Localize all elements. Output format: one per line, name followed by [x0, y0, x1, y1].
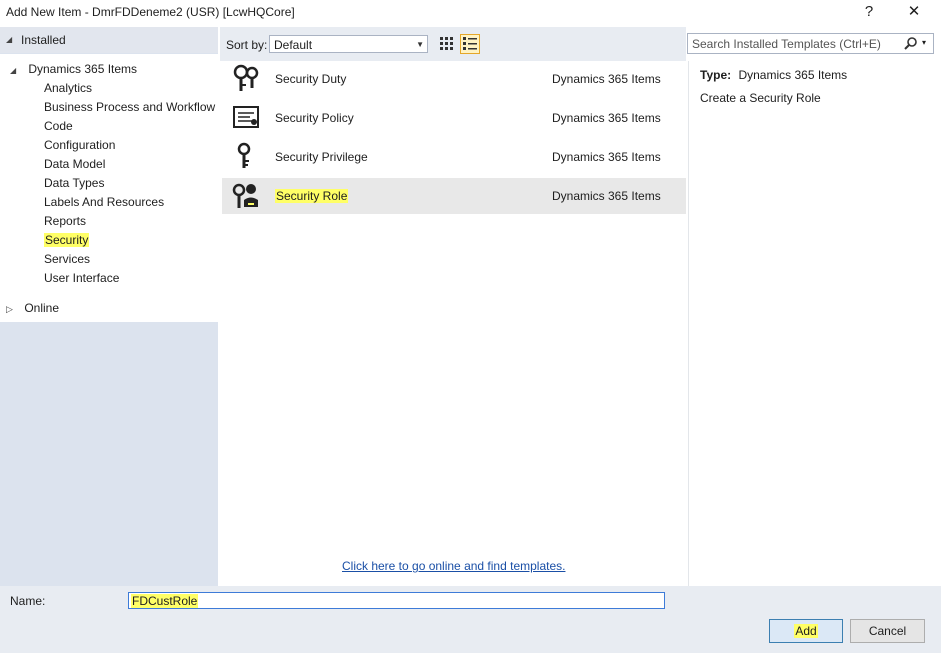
installed-header[interactable]: ◢ Installed [0, 27, 218, 53]
tree-node-data-types[interactable]: Data Types [44, 174, 215, 193]
tree-node-label: Dynamics 365 Items [28, 62, 138, 76]
template-name: Security Policy [275, 111, 354, 125]
category-tree-pane: ◢ Installed ◢ Dynamics 365 Items Analyti… [0, 27, 218, 586]
title-bar: Add New Item - DmrFDDeneme2 (USR) [LcwHQ… [0, 0, 941, 26]
grid-view-icon [440, 37, 453, 50]
tree-node-data-model[interactable]: Data Model [44, 155, 215, 174]
tree-children: Analytics Business Process and Workflow Co… [44, 79, 215, 288]
tree-node-reports[interactable]: Reports [44, 212, 215, 231]
search-icon[interactable] [904, 37, 918, 51]
tree-node-label: Data Types [44, 176, 105, 190]
tree-node-labels-and-resources[interactable]: Labels And Resources [44, 193, 215, 212]
template-description: Create a Security Role [700, 91, 821, 105]
tree-node-user-interface[interactable]: User Interface [44, 269, 215, 288]
tree-node-label: User Interface [44, 271, 120, 285]
search-options-chevron-icon[interactable]: ▾ [922, 38, 926, 47]
small-icons-view-button[interactable] [437, 34, 457, 54]
tree-node-label: Analytics [44, 81, 93, 95]
add-button-label: Add [794, 624, 818, 638]
add-button[interactable]: Add [769, 619, 843, 643]
tree-node-business-process-and-workflow[interactable]: Business Process and Workflow [44, 98, 215, 117]
tree-node-label: Labels And Resources [44, 195, 165, 209]
tree-node-configuration[interactable]: Configuration [44, 136, 215, 155]
template-name: Security Privilege [275, 150, 368, 164]
template-category: Dynamics 365 Items [552, 150, 661, 164]
type-value: Dynamics 365 Items [738, 68, 848, 82]
help-button[interactable]: ? [857, 2, 881, 22]
template-name: Security Duty [275, 72, 347, 86]
search-templates-input[interactable]: Search Installed Templates (Ctrl+E) ▾ [687, 33, 934, 54]
tree-node-label: Business Process and Workflow [44, 100, 216, 114]
template-name: Security Role [275, 189, 349, 203]
installed-tree: ◢ Dynamics 365 Items Analytics Business P… [0, 54, 218, 322]
name-label: Name: [10, 594, 46, 608]
tree-node-label: Code [44, 119, 73, 133]
tree-node-code[interactable]: Code [44, 117, 215, 136]
search-placeholder: Search Installed Templates (Ctrl+E) [692, 37, 881, 51]
security-role-icon [232, 181, 262, 211]
tree-node-label: Reports [44, 214, 87, 228]
name-field[interactable]: FDCustRole [128, 592, 665, 609]
close-button[interactable]: ✕ [902, 2, 926, 22]
tree-node-services[interactable]: Services [44, 250, 215, 269]
type-line: Type: Dynamics 365 Items [700, 68, 847, 82]
security-duty-icon [232, 64, 262, 94]
template-category: Dynamics 365 Items [552, 72, 661, 86]
tree-node-label: Configuration [44, 138, 116, 152]
name-value: FDCustRole [131, 594, 199, 608]
tree-node-analytics[interactable]: Analytics [44, 79, 215, 98]
details-pane: Type: Dynamics 365 Items Create a Securi… [688, 61, 941, 586]
tree-node-label: Services [44, 252, 91, 266]
window-title: Add New Item - DmrFDDeneme2 (USR) [LcwHQ… [6, 5, 295, 19]
collapse-triangle-icon[interactable]: ◢ [6, 35, 16, 44]
online-label: Online [24, 301, 60, 315]
cancel-button[interactable]: Cancel [850, 619, 925, 643]
chevron-down-icon: ▼ [416, 40, 424, 49]
tree-node-online[interactable]: ▷ Online [6, 299, 59, 318]
sort-by-value: Default [274, 38, 313, 52]
tree-node-dynamics-365-items[interactable]: ◢ Dynamics 365 Items [10, 60, 137, 79]
template-category: Dynamics 365 Items [552, 111, 661, 125]
sort-by-label: Sort by: [226, 38, 268, 52]
tree-node-label: Data Model [44, 157, 106, 171]
tree-node-security[interactable]: Security [44, 231, 215, 250]
sort-by-select[interactable]: Default ▼ [269, 35, 428, 53]
expand-triangle-icon[interactable]: ◢ [10, 61, 20, 80]
installed-label: Installed [21, 33, 66, 47]
type-label: Type: [700, 68, 732, 82]
list-view-icon [463, 37, 477, 50]
tree-node-label: Security [44, 233, 90, 247]
security-privilege-icon [232, 142, 262, 172]
collapsed-triangle-icon[interactable]: ▷ [6, 300, 16, 319]
online-templates-link[interactable]: Click here to go online and find templat… [342, 559, 565, 573]
template-category: Dynamics 365 Items [552, 189, 661, 203]
list-view-button[interactable] [460, 34, 480, 54]
security-policy-icon [232, 103, 262, 133]
